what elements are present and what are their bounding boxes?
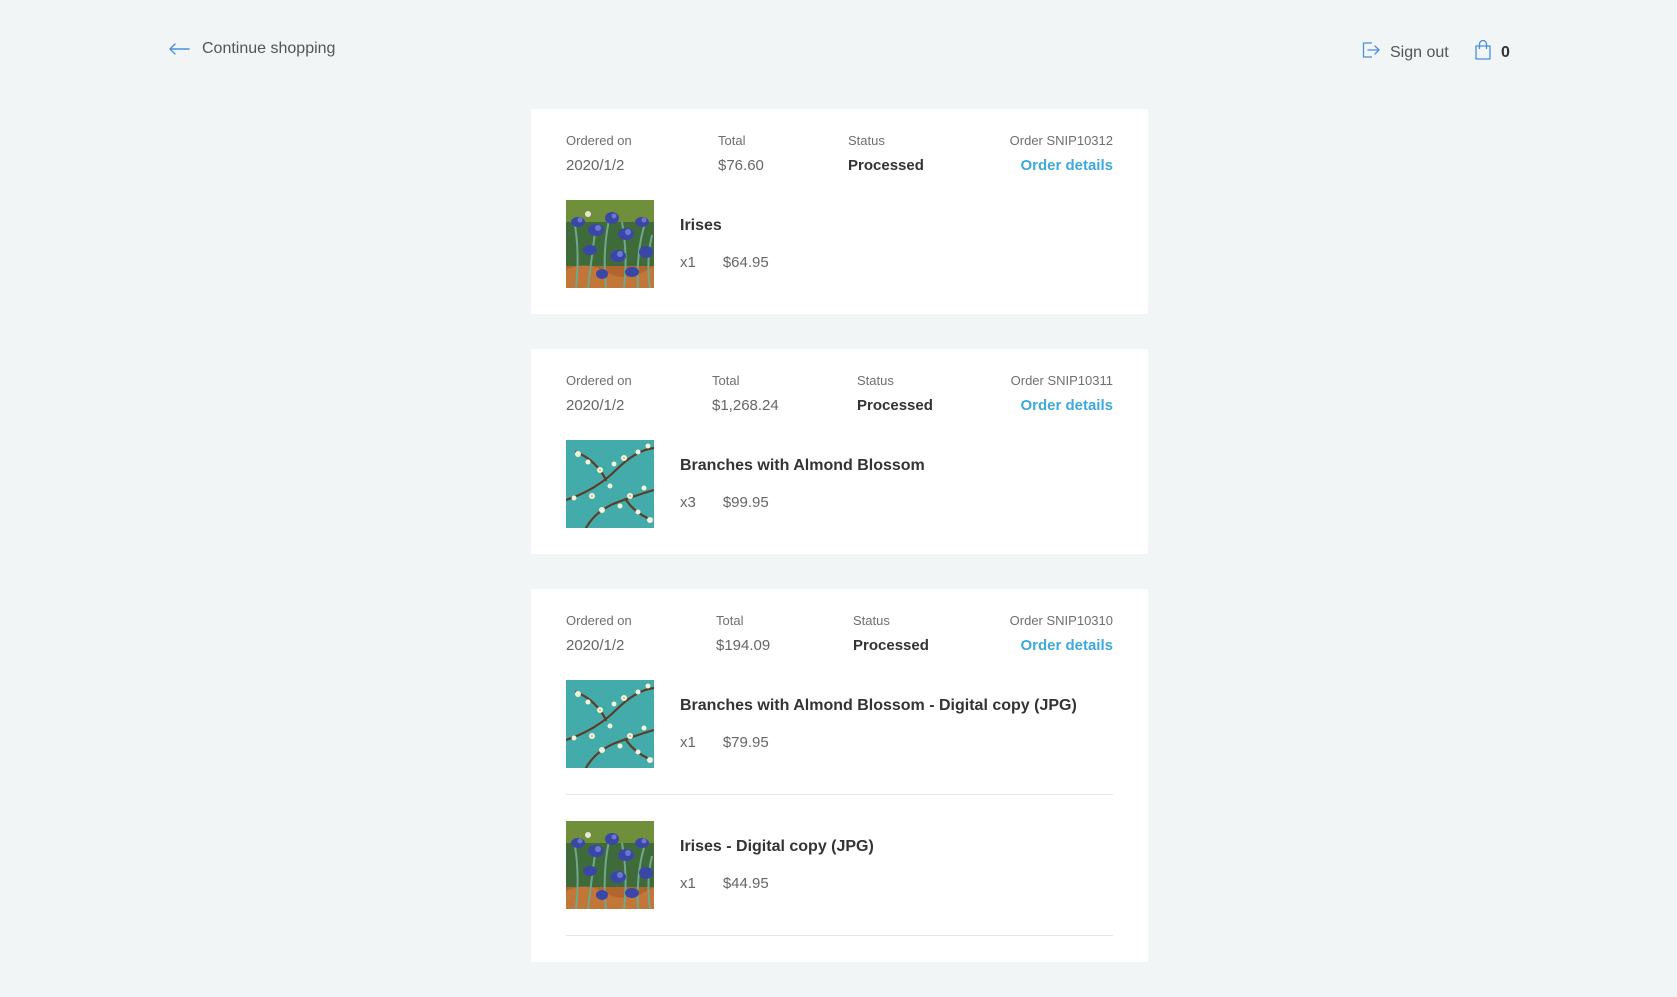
top-bar: Continue shopping Sign out 0 <box>0 0 1677 106</box>
item-quantity: x1 <box>680 875 696 892</box>
item-info: Irises - Digital copy (JPG) x1 $44.95 <box>680 838 874 892</box>
ordered-on-label: Ordered on <box>566 133 632 148</box>
item-quantity: x1 <box>680 254 696 271</box>
order-header: Ordered on 2020/1/2 Total $194.09 Status… <box>566 613 1113 655</box>
sign-out-button[interactable]: Sign out <box>1361 40 1449 65</box>
sign-out-icon <box>1361 40 1381 65</box>
total-value: $194.09 <box>716 637 771 654</box>
order-number-group: Order SNIP10312 Order details <box>1010 133 1113 175</box>
ordered-on-value: 2020/1/2 <box>566 157 625 174</box>
item-meta: x1 $44.95 <box>680 875 874 892</box>
ordered-on-label: Ordered on <box>566 373 632 388</box>
sign-out-label: Sign out <box>1390 43 1449 61</box>
total-group: Total $1,268.24 <box>712 373 857 415</box>
item-quantity: x3 <box>680 494 696 511</box>
irises-thumbnail[interactable] <box>566 821 654 909</box>
order-number: Order SNIP10311 <box>1010 373 1113 388</box>
order-header: Ordered on 2020/1/2 Total $1,268.24 Stat… <box>566 373 1113 415</box>
cart-button[interactable]: 0 <box>1474 39 1510 65</box>
status-label: Status <box>848 133 885 148</box>
item-meta: x1 $79.95 <box>680 734 1077 751</box>
item-title: Irises <box>680 217 722 234</box>
order-item: Branches with Almond Blossom - Digital c… <box>566 680 1113 768</box>
status-group: Status Processed <box>853 613 1010 655</box>
order-number-group: Order SNIP10310 Order details <box>1010 613 1113 655</box>
total-label: Total <box>716 613 744 628</box>
status-group: Status Processed <box>848 133 1010 175</box>
continue-shopping-link[interactable]: Continue shopping <box>168 40 335 58</box>
total-label: Total <box>718 133 746 148</box>
ordered-on-label: Ordered on <box>566 613 632 628</box>
order-number: Order SNIP10312 <box>1009 133 1113 148</box>
status-group: Status Processed <box>857 373 1011 415</box>
order-item: Branches with Almond Blossom x3 $99.95 <box>566 440 1113 528</box>
item-price: $79.95 <box>722 734 769 751</box>
item-info: Irises x1 $64.95 <box>680 217 769 271</box>
irises-thumbnail[interactable] <box>566 200 654 288</box>
status-value: Processed <box>857 397 933 414</box>
item-meta: x1 $64.95 <box>680 254 769 271</box>
order-header: Ordered on 2020/1/2 Total $76.60 Status … <box>566 133 1113 175</box>
item-info: Branches with Almond Blossom x3 $99.95 <box>680 457 925 511</box>
status-label: Status <box>853 613 890 628</box>
order-card: Ordered on 2020/1/2 Total $76.60 Status … <box>531 109 1148 314</box>
status-value: Processed <box>853 637 929 654</box>
item-title: Branches with Almond Blossom - Digital c… <box>680 697 1077 714</box>
item-meta: x3 $99.95 <box>680 494 925 511</box>
item-price: $44.95 <box>722 875 769 892</box>
total-value: $76.60 <box>718 157 764 174</box>
order-details-link[interactable]: Order details <box>1020 157 1113 174</box>
order-list: Ordered on 2020/1/2 Total $76.60 Status … <box>531 109 1148 997</box>
continue-shopping-label: Continue shopping <box>202 40 336 57</box>
item-quantity: x1 <box>680 734 696 751</box>
order-card: Ordered on 2020/1/2 Total $194.09 Status… <box>531 589 1148 962</box>
item-price: $64.95 <box>722 254 769 271</box>
status-label: Status <box>857 373 894 388</box>
order-number: Order SNIP10310 <box>1009 613 1113 628</box>
order-details-link[interactable]: Order details <box>1020 397 1113 414</box>
almond-blossom-thumbnail[interactable] <box>566 440 654 528</box>
item-title: Irises - Digital copy (JPG) <box>680 838 874 855</box>
cart-count: 0 <box>1501 43 1510 61</box>
total-group: Total $76.60 <box>718 133 848 175</box>
order-item: Irises x1 $64.95 <box>566 200 1113 288</box>
order-item: Irises - Digital copy (JPG) x1 $44.95 <box>566 794 1113 909</box>
arrow-left-icon <box>168 43 190 55</box>
order-number-group: Order SNIP10311 Order details <box>1011 373 1113 415</box>
total-value: $1,268.24 <box>712 397 779 414</box>
almond-blossom-thumbnail[interactable] <box>566 680 654 768</box>
order-card: Ordered on 2020/1/2 Total $1,268.24 Stat… <box>531 349 1148 554</box>
ordered-on-group: Ordered on 2020/1/2 <box>566 373 712 415</box>
item-price: $99.95 <box>722 494 769 511</box>
ordered-on-value: 2020/1/2 <box>566 637 625 654</box>
shopping-bag-icon <box>1474 39 1492 65</box>
ordered-on-group: Ordered on 2020/1/2 <box>566 613 716 655</box>
item-title: Branches with Almond Blossom <box>680 457 925 474</box>
total-group: Total $194.09 <box>716 613 853 655</box>
total-label: Total <box>712 373 740 388</box>
ordered-on-value: 2020/1/2 <box>566 397 625 414</box>
order-details-link[interactable]: Order details <box>1020 637 1113 654</box>
ordered-on-group: Ordered on 2020/1/2 <box>566 133 718 175</box>
item-info: Branches with Almond Blossom - Digital c… <box>680 697 1077 751</box>
divider <box>566 935 1113 936</box>
status-value: Processed <box>848 157 924 174</box>
